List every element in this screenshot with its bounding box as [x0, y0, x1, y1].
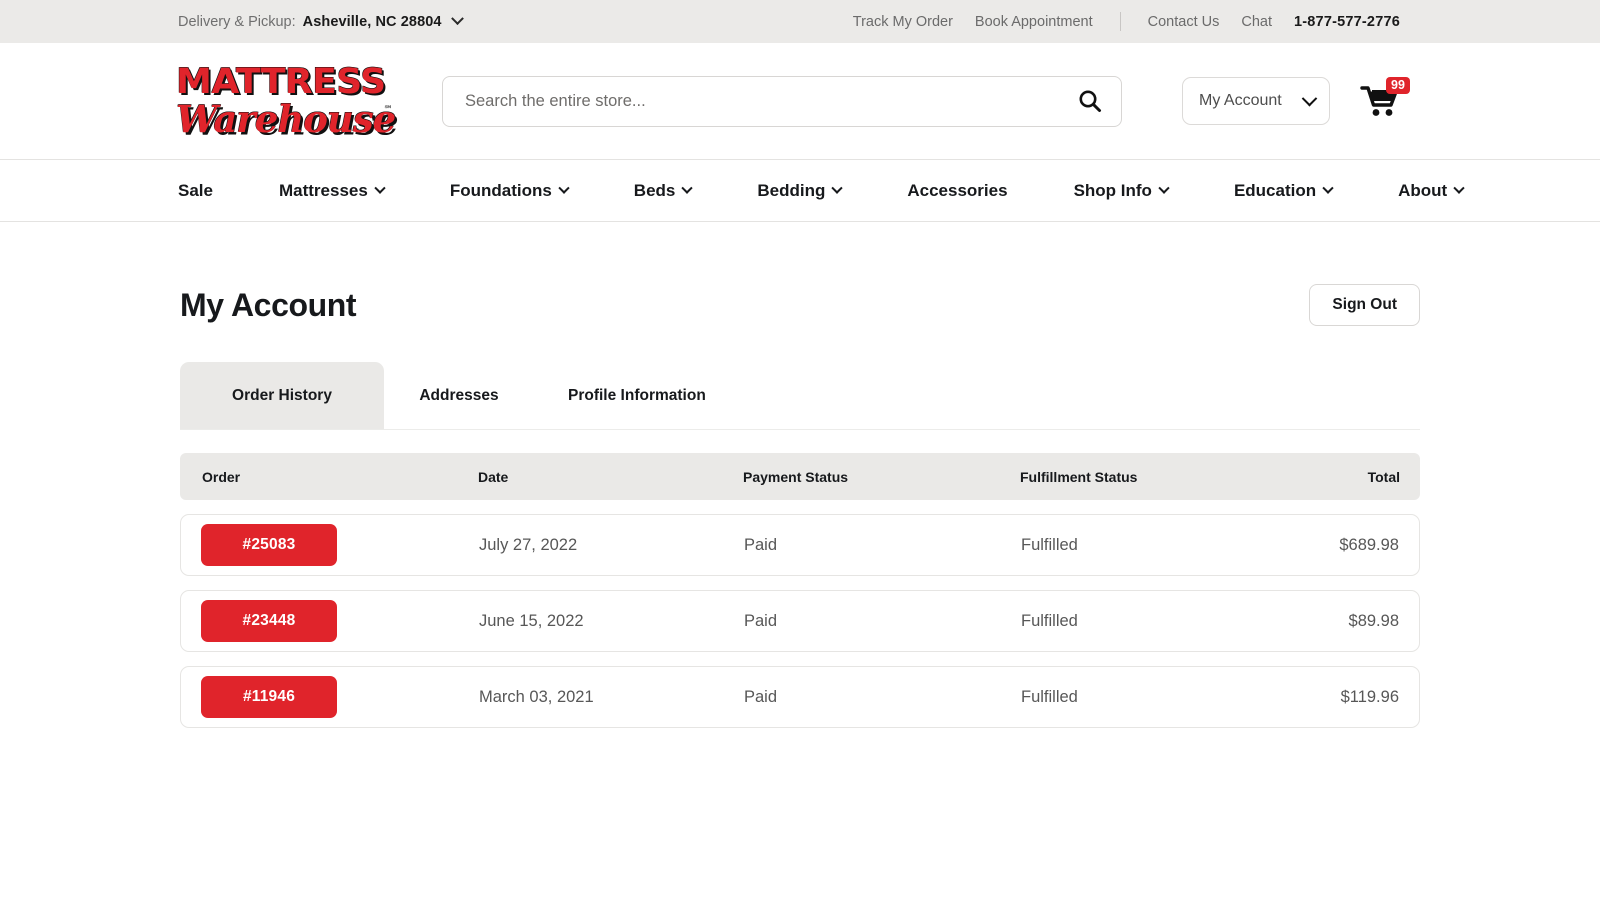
nav-item-bedding[interactable]: Bedding: [724, 181, 874, 201]
nav-label: Mattresses: [278, 180, 368, 200]
contact-us-link[interactable]: Contact Us: [1148, 14, 1220, 30]
order-cell: #23448: [181, 600, 479, 642]
tab-addresses[interactable]: Addresses: [384, 362, 534, 429]
nav-label: Sale: [178, 180, 213, 200]
sign-out-button[interactable]: Sign Out: [1309, 284, 1420, 326]
order-cell: #11946: [181, 676, 479, 718]
nav-item-foundations[interactable]: Foundations: [417, 181, 601, 201]
nav-label: Foundations: [449, 180, 552, 200]
chevron-down-icon: [1158, 182, 1170, 194]
tab-profile-information[interactable]: Profile Information: [534, 362, 740, 429]
chevron-down-icon: [1301, 90, 1318, 106]
nav-label: Shop Info: [1073, 180, 1152, 200]
nav-item-accessories[interactable]: Accessories: [874, 181, 1040, 201]
delivery-pickup-selector[interactable]: Delivery & Pickup: Asheville, NC 28804: [178, 12, 464, 30]
nav-label: Beds: [633, 180, 676, 200]
logo-line-one: MATTRESS: [176, 61, 386, 102]
nav-item-shop-info[interactable]: Shop Info: [1041, 181, 1201, 201]
order-payment-status: Paid: [744, 611, 778, 630]
site-header: MATTRESS Warehouse ℠ My Account 99: [0, 43, 1600, 160]
logo-line-two: Warehouse ℠: [176, 100, 396, 138]
chevron-down-icon: [681, 182, 694, 194]
utility-links: Track My Order Book Appointment Contact …: [853, 12, 1400, 31]
utility-bar: Delivery & Pickup: Asheville, NC 28804 T…: [0, 0, 1600, 43]
nav-item-about[interactable]: About: [1365, 181, 1496, 201]
column-header-total: Total: [1367, 468, 1400, 485]
table-row: #25083 July 27, 2022 Paid Fulfilled $689…: [180, 514, 1420, 576]
tab-label: Profile Information: [568, 386, 706, 404]
page-header: My Account Sign Out: [180, 284, 1420, 326]
search-bar[interactable]: [442, 75, 1122, 127]
search-button[interactable]: [1077, 88, 1103, 114]
main-navigation: Sale Mattresses Foundations Beds Bedding…: [0, 160, 1600, 222]
nav-label: Education: [1233, 180, 1317, 200]
order-date: March 03, 2021: [479, 687, 594, 706]
service-mark-icon: ℠: [383, 103, 393, 114]
column-header-fulfillment-status: Fulfillment Status: [1020, 468, 1138, 485]
order-payment-status: Paid: [744, 535, 778, 554]
search-icon: [1079, 90, 1101, 112]
tab-order-history[interactable]: Order History: [180, 362, 384, 429]
order-history-table: Order Date Payment Status Fulfillment St…: [180, 453, 1420, 728]
order-number-button[interactable]: #11946: [201, 676, 337, 718]
book-appointment-link[interactable]: Book Appointment: [975, 14, 1093, 30]
my-account-dropdown[interactable]: My Account: [1182, 77, 1330, 125]
tab-label: Addresses: [419, 386, 499, 404]
chevron-down-icon: [1322, 182, 1334, 194]
table-row: #23448 June 15, 2022 Paid Fulfilled $89.…: [180, 590, 1420, 652]
chevron-down-icon: [831, 182, 844, 194]
my-account-label: My Account: [1199, 92, 1282, 109]
column-header-date: Date: [478, 468, 509, 485]
chevron-down-icon: [450, 12, 464, 26]
column-header-order: Order: [202, 468, 241, 485]
track-my-order-link[interactable]: Track My Order: [853, 14, 953, 30]
delivery-location-value: Asheville, NC 28804: [302, 13, 442, 30]
chevron-down-icon: [1453, 182, 1465, 194]
order-cell: #25083: [181, 524, 479, 566]
nav-item-mattresses[interactable]: Mattresses: [246, 181, 417, 201]
page-title: My Account: [180, 286, 357, 323]
order-total: $89.98: [1348, 611, 1399, 630]
divider: [1119, 12, 1121, 31]
order-date: June 15, 2022: [479, 611, 584, 630]
nav-label: About: [1398, 180, 1448, 200]
nav-item-beds[interactable]: Beds: [601, 181, 725, 201]
order-number-button[interactable]: #23448: [201, 600, 337, 642]
mattress-warehouse-logo[interactable]: MATTRESS Warehouse ℠: [176, 64, 396, 138]
cart-count-badge: 99: [1386, 77, 1410, 95]
order-date: July 27, 2022: [479, 535, 578, 554]
chevron-down-icon: [558, 182, 570, 194]
column-header-payment-status: Payment Status: [743, 468, 849, 485]
delivery-pickup-label: Delivery & Pickup:: [178, 13, 296, 30]
tab-label: Order History: [232, 386, 332, 404]
order-fulfillment-status: Fulfilled: [1021, 535, 1078, 554]
chevron-down-icon: [374, 182, 386, 194]
order-payment-status: Paid: [744, 687, 778, 706]
search-input[interactable]: [463, 90, 1077, 112]
phone-number-link[interactable]: 1-877-577-2776: [1294, 14, 1400, 30]
account-tabs: Order History Addresses Profile Informat…: [180, 362, 1420, 430]
table-row: #11946 March 03, 2021 Paid Fulfilled $11…: [180, 666, 1420, 728]
chat-link[interactable]: Chat: [1241, 14, 1272, 30]
nav-label: Bedding: [757, 180, 826, 200]
order-fulfillment-status: Fulfilled: [1021, 687, 1078, 706]
table-header-row: Order Date Payment Status Fulfillment St…: [180, 453, 1420, 500]
nav-items: Sale Mattresses Foundations Beds Bedding…: [178, 181, 1496, 201]
cart-button[interactable]: 99: [1358, 77, 1410, 123]
order-total: $119.96: [1340, 687, 1399, 706]
order-fulfillment-status: Fulfilled: [1021, 611, 1078, 630]
logo-line-two-text: Warehouse: [176, 96, 396, 141]
account-page-content: My Account Sign Out Order History Addres…: [180, 222, 1420, 728]
nav-item-sale[interactable]: Sale: [178, 181, 246, 201]
nav-item-education[interactable]: Education: [1201, 181, 1365, 201]
nav-label: Accessories: [907, 180, 1008, 200]
order-number-button[interactable]: #25083: [201, 524, 337, 566]
order-total: $689.98: [1339, 535, 1399, 554]
